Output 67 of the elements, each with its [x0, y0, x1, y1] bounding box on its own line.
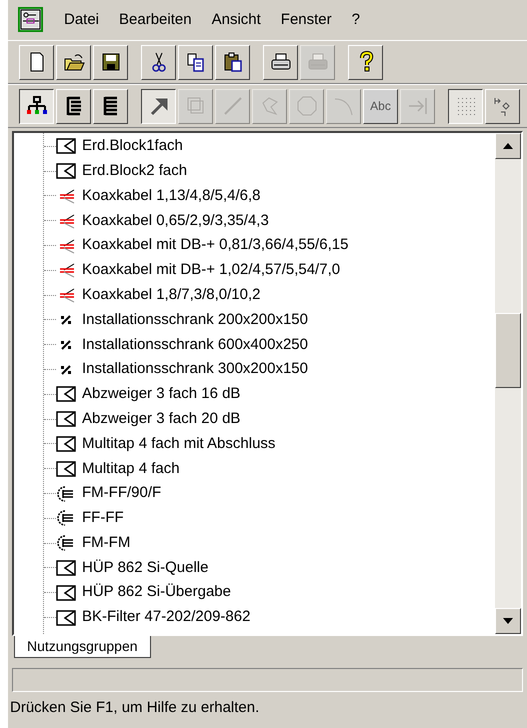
tree-item-label[interactable]: Koaxkabel 1,8/7,3/8,0/10,2 — [82, 284, 260, 306]
line-icon — [222, 95, 244, 117]
tree-item-label[interactable]: Multitap 4 fach mit Abschluss — [82, 432, 276, 456]
scroll-up-button[interactable] — [495, 133, 521, 159]
scrollbar[interactable] — [495, 133, 521, 634]
list-button[interactable] — [56, 88, 91, 124]
tree-item-label[interactable]: HÜP 862 Si-Übergabe — [82, 581, 231, 604]
connector-symbol-icon — [56, 535, 76, 552]
status-text: Drücken Sie F1, um Hilfe zu erhalten. — [9, 698, 260, 718]
print-button[interactable] — [263, 44, 298, 80]
tree-item-label[interactable]: Multitap 4 fach — [82, 458, 180, 480]
down-triangle-icon — [503, 618, 513, 624]
new-button[interactable] — [19, 44, 54, 80]
scroll-down-button[interactable] — [495, 608, 521, 634]
menu-item[interactable]: Datei — [64, 8, 100, 32]
connector-symbol-icon — [56, 486, 76, 502]
block-symbol-icon — [56, 163, 76, 180]
clipboard-icon — [222, 51, 244, 73]
arrow-to-bar-icon — [406, 95, 428, 117]
menu-item[interactable]: ? — [352, 8, 360, 32]
tree-item-label[interactable]: Koaxkabel mit DB-+ 0,81/3,66/4,55/6,15 — [82, 234, 348, 257]
tree-item-label[interactable]: HÜP 862 Si-Quelle — [82, 556, 208, 580]
up-triangle-icon — [503, 143, 513, 149]
block-symbol-icon — [56, 411, 76, 428]
tree-item-label[interactable]: Installationsschrank 200x200x150 — [82, 308, 308, 332]
tree-item-label[interactable]: Installationsschrank 300x200x150 — [82, 358, 308, 381]
tree-item-label[interactable]: Installationsschrank 600x400x250 — [82, 334, 308, 356]
block-symbol-icon — [56, 436, 76, 452]
copy-icon — [184, 51, 206, 73]
block-symbol-icon — [56, 460, 76, 477]
tree-item-label[interactable]: Koaxkabel 1,13/4,8/5,4/6,8 — [82, 184, 260, 208]
grid-button[interactable] — [448, 88, 483, 124]
octagon-icon — [296, 95, 318, 117]
help-button[interactable] — [348, 44, 383, 80]
tree-button[interactable] — [19, 88, 54, 124]
tree-item-label[interactable]: Erd.Block1fach — [82, 135, 183, 158]
block-symbol-icon — [56, 560, 76, 576]
text-tool-label: Abc — [370, 98, 391, 115]
tree-item-label[interactable]: Koaxkabel 0,65/2,9/3,35/4,3 — [82, 210, 269, 232]
block-symbol-icon — [56, 610, 76, 626]
tree-item-label[interactable]: FF-FF — [82, 507, 124, 530]
copy-button[interactable] — [178, 44, 213, 80]
bars-button[interactable] — [93, 88, 128, 124]
tree-item-label[interactable]: Abzweiger 3 fach 20 dB — [82, 408, 240, 430]
block-symbol-icon — [56, 386, 76, 402]
menu-item[interactable]: Fenster — [280, 8, 332, 32]
block-symbol-icon — [56, 138, 76, 154]
scroll-thumb[interactable] — [495, 313, 521, 388]
pointer-button[interactable] — [141, 88, 176, 124]
save-button[interactable] — [93, 44, 128, 80]
tree-item-label[interactable]: FM-FF/90/F — [82, 482, 162, 505]
tree-item-label[interactable]: Erd.Block2 fach — [82, 160, 188, 182]
paste-button[interactable] — [215, 44, 250, 80]
hierarchy-icon — [26, 95, 48, 117]
tree-item-label[interactable]: BK-Filter 47-202/209-862 — [82, 606, 250, 629]
menu-item[interactable]: Bearbeiten — [119, 8, 192, 32]
cut-button[interactable] — [141, 44, 176, 80]
block-symbol-icon — [56, 584, 76, 601]
app-logo-icon — [18, 7, 44, 33]
connector-symbol-icon — [56, 510, 76, 526]
snap-button[interactable] — [485, 88, 520, 124]
tree-item-label[interactable]: Abzweiger 3 fach 16 dB — [82, 383, 240, 406]
tree-item-label[interactable]: Koaxkabel mit DB-+ 1,02/4,57/5,54/7,0 — [82, 259, 340, 282]
sheet-tab[interactable]: Nutzungsgruppen — [14, 636, 151, 658]
menu-item[interactable]: Ansicht — [212, 8, 261, 32]
tree-item-label[interactable]: FM-FM — [82, 532, 130, 554]
open-button[interactable] — [56, 44, 91, 80]
